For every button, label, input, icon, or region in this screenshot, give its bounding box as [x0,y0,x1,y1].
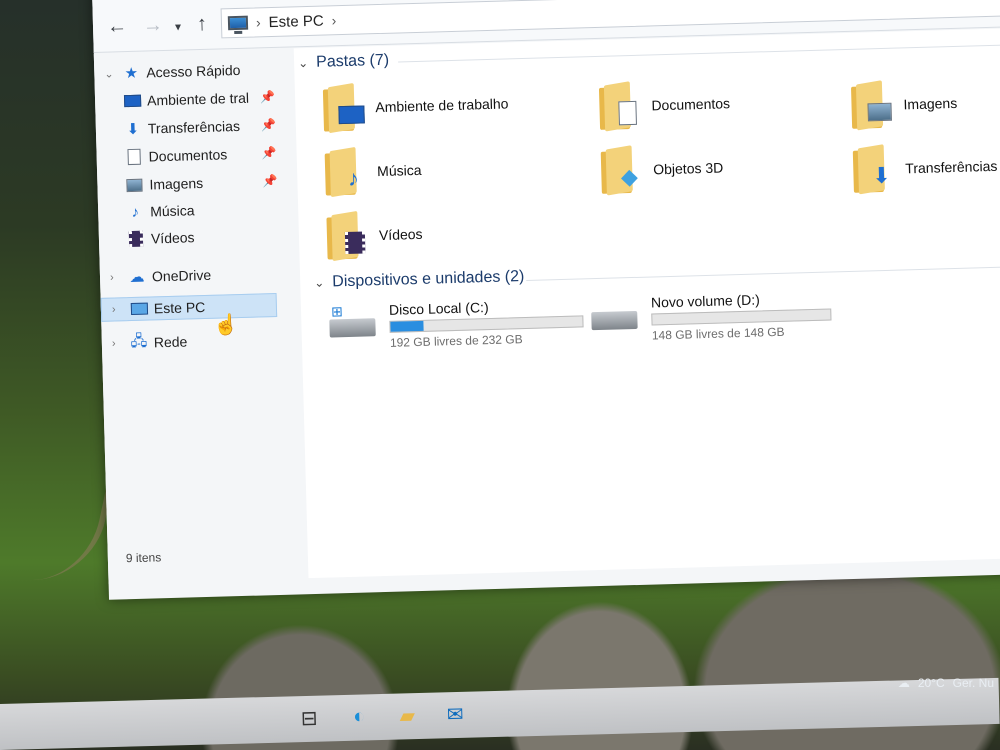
sidebar-item-network[interactable]: › 🖧 Rede [102,329,188,355]
group-divider [526,264,1000,281]
download-icon: ⬇ [126,120,140,139]
sidebar-item-label: Imagens [149,174,204,193]
sidebar-item-label: Música [149,202,195,220]
forward-arrow-icon[interactable]: → [143,14,164,38]
breadcrumb-separator-icon[interactable]: › [256,14,261,30]
desktop-folder-icon [322,82,365,134]
folder-label: Música [376,161,422,180]
up-arrow-icon[interactable]: ↑ [197,13,208,36]
folder-label: Documentos [651,95,731,114]
expand-chevron-icon[interactable]: › [110,271,124,284]
downloads-folder-icon: ⬇ [852,144,894,195]
edge-browser-icon[interactable]: ◐ [345,702,374,731]
weather-temperature[interactable]: 20°C [918,676,945,690]
drive-d[interactable]: Novo volume (D:) 148 GB livres de 148 GB [591,289,832,344]
sidebar-item-this-pc[interactable]: › Este PC [100,292,278,322]
drive-label: Novo volume (D:) [650,291,761,311]
folder-downloads[interactable]: ⬇ Transferências [852,143,998,195]
this-pc-icon [227,15,249,31]
3d-objects-folder-icon: ◆ [600,145,642,196]
sidebar-item-desktop[interactable]: Ambiente de tral 📌 [95,85,286,114]
folder-label: Vídeos [378,225,423,244]
mouse-pointer-icon: ☝ [213,314,239,337]
sidebar-item-videos[interactable]: Vídeos [99,225,195,252]
folders-group-header[interactable]: ⌄ Pastas (7) [298,52,389,73]
sidebar-item-label: OneDrive [151,266,212,285]
folder-music[interactable]: ♪ Música [324,146,423,198]
music-folder-icon: ♪ [324,146,366,198]
sidebar-item-onedrive[interactable]: › ☁ OneDrive [100,263,212,290]
devices-group-title: Dispositivos e unidades (2) [332,268,525,291]
collapse-chevron-icon[interactable]: ⌄ [298,56,308,70]
devices-group-header[interactable]: ⌄ Dispositivos e unidades (2) [314,268,525,292]
sidebar-item-downloads[interactable]: ⬇ Transferências 📌 [96,113,287,142]
drive-c[interactable]: ⊞ Disco Local (C:) 192 GB livres de 232 … [329,296,584,351]
system-drive-icon: ⊞ [329,302,378,338]
breadcrumb-location[interactable]: Este PC [268,12,323,31]
pin-icon[interactable]: 📌 [261,146,276,160]
pictures-folder-icon [851,80,892,131]
weather-cloud-icon[interactable]: ☁ [898,676,910,690]
sidebar-item-label: Rede [153,333,188,351]
music-icon: ♪ [131,203,140,221]
sidebar-item-label: Acesso Rápido [146,61,241,81]
status-bar-item-count: 9 itens [125,550,162,566]
folder-label: Objetos 3D [653,159,724,178]
pin-icon[interactable]: 📌 [260,90,275,104]
network-icon: 🖧 [130,332,148,350]
sidebar-item-label: Este PC [153,298,206,317]
desktop-icon [123,92,141,110]
drive-usage-fill [390,320,424,332]
folder-desktop[interactable]: Ambiente de trabalho [322,80,509,134]
system-tray: ☁ 20°C Ger. Nu [898,676,994,690]
drive-free-space: 192 GB livres de 232 GB [389,332,523,350]
pin-icon[interactable]: 📌 [261,118,276,132]
sidebar-item-label: Transferências [147,117,241,137]
weather-description[interactable]: Ger. Nu [953,676,994,690]
breadcrumb-chevron-icon[interactable]: › [331,12,336,28]
folder-documents[interactable]: Documentos [598,80,731,132]
cloud-icon: ☁ [129,268,145,287]
file-explorer-icon[interactable]: ▰ [393,701,422,730]
sidebar-item-label: Documentos [148,146,228,165]
videos-folder-icon [326,210,367,262]
content-pane: ⌄ Pastas (7) Ambiente de trabalho Docume… [213,26,1000,579]
sidebar-item-quick-access[interactable]: ⌄ ★ Acesso Rápido [94,58,241,86]
back-arrow-icon[interactable]: ← [107,15,128,39]
drive-free-space: 148 GB livres de 148 GB [651,324,785,343]
star-icon: ★ [124,64,139,83]
videos-icon [127,230,145,248]
sidebar-item-label: Vídeos [150,229,195,247]
folder-3d-objects[interactable]: ◆ Objetos 3D [600,144,724,196]
file-explorer-window: ← → ▾ ↑ › Este PC › ⌄ ★ Acesso Rápido Am… [92,0,1000,600]
folder-videos[interactable]: Vídeos [326,210,423,262]
sidebar-item-label: Ambiente de tral [146,89,250,109]
pictures-icon [125,176,143,194]
folder-label: Imagens [903,94,958,113]
drive-usage-bar [651,308,832,326]
expand-chevron-icon[interactable]: › [112,303,126,315]
pin-icon[interactable]: 📌 [262,174,277,188]
documents-folder-icon [598,81,640,132]
group-divider [398,43,1000,63]
task-view-icon[interactable]: ⊟ [295,704,324,733]
sidebar-item-pictures[interactable]: Imagens 📌 [97,169,288,198]
expand-chevron-icon[interactable]: › [112,337,126,349]
navigation-pane: ⌄ ★ Acesso Rápido Ambiente de tral 📌 ⬇ T… [93,48,309,584]
recent-locations-chevron-icon[interactable]: ▾ [175,20,181,34]
document-icon [124,148,142,166]
sidebar-item-documents[interactable]: Documentos 📌 [96,141,287,170]
this-pc-icon [130,300,148,318]
folder-label: Transferências [905,157,998,177]
drive-icon [591,295,640,331]
collapse-chevron-icon[interactable]: ⌄ [314,276,324,290]
outlook-icon[interactable]: ✉ [441,700,470,729]
folder-pictures[interactable]: Imagens [851,80,958,131]
folders-group-title: Pastas (7) [315,51,390,71]
folder-label: Ambiente de trabalho [375,95,509,116]
sidebar-item-music[interactable]: ♪ Música [98,198,195,225]
expand-chevron-icon[interactable]: ⌄ [104,67,118,80]
drive-label: Disco Local (C:) [388,299,489,318]
